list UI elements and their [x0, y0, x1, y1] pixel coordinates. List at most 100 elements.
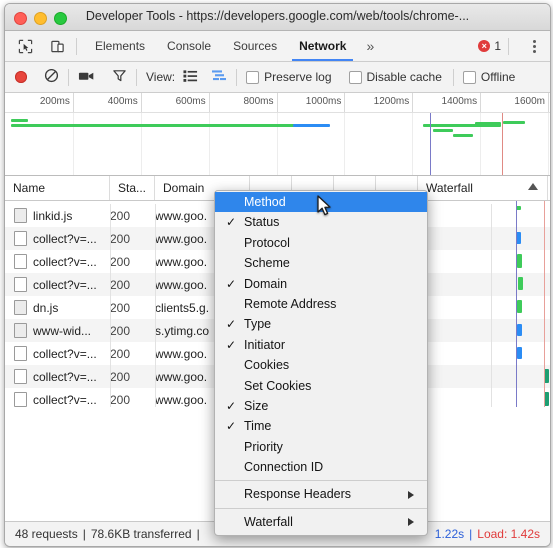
kebab-menu-icon[interactable]: [525, 39, 543, 53]
menu-item-label: Method: [244, 195, 286, 209]
menu-item-scheme[interactable]: Scheme: [215, 253, 427, 273]
tabbar-right-controls: × 1: [478, 37, 550, 55]
menu-item-protocol[interactable]: Protocol: [215, 233, 427, 253]
overview-request-bar: [453, 134, 473, 137]
menu-item-cookies[interactable]: Cookies: [215, 355, 427, 375]
cell-status: 200: [110, 323, 131, 338]
network-overview-graph[interactable]: [5, 113, 550, 176]
tab-overflow-chevron-icon[interactable]: »: [357, 31, 383, 61]
menu-item-time[interactable]: ✓ Time: [215, 416, 427, 436]
waterfall-bar: [517, 254, 522, 268]
cell-status: 200: [110, 392, 131, 407]
menu-item-label: Remote Address: [244, 296, 337, 311]
menu-item-domain[interactable]: ✓ Domain: [215, 274, 427, 294]
dom-content-loaded-line: [430, 113, 431, 175]
menu-item-set-cookies[interactable]: Set Cookies: [215, 376, 427, 396]
list-view-icon[interactable]: [183, 69, 198, 86]
menu-item-remote-address[interactable]: Remote Address: [215, 294, 427, 314]
tab-network[interactable]: Network: [288, 31, 357, 61]
cell-status: 200: [110, 231, 131, 246]
submenu-arrow-icon: [408, 518, 414, 527]
tab-console[interactable]: Console: [156, 31, 222, 61]
column-separator: [155, 204, 156, 227]
menu-item-waterfall[interactable]: Waterfall: [215, 512, 427, 532]
view-label: View:: [146, 70, 176, 84]
document-icon: [14, 208, 27, 223]
waterfall-bar: [517, 347, 522, 359]
timeline-ruler: 200ms 400ms 600ms 800ms 1000ms 1200ms 1400ms 16…: [5, 93, 550, 113]
offline-checkbox[interactable]: Offline: [462, 70, 515, 84]
document-icon: [14, 323, 27, 338]
menu-item-response-headers[interactable]: Response Headers: [215, 484, 427, 504]
cell-status: 200: [110, 346, 131, 361]
disable-cache-checkbox[interactable]: Disable cache: [348, 70, 442, 84]
column-separator: [155, 365, 156, 388]
column-separator: [491, 319, 492, 342]
error-count-badge[interactable]: × 1: [478, 39, 501, 53]
inspect-element-icon[interactable]: [13, 35, 37, 57]
cell-name: dn.js: [5, 300, 110, 315]
preserve-log-checkbox[interactable]: Preserve log: [246, 70, 332, 84]
menu-item-label: Status: [244, 215, 280, 230]
overview-gridline: [412, 113, 414, 175]
toolbar-divider-4: [452, 68, 454, 86]
mouse-pointer-icon: [317, 195, 331, 216]
menu-item-initiator[interactable]: ✓ Initiator: [215, 335, 427, 355]
filter-funnel-icon[interactable]: [112, 68, 127, 86]
menu-item-type[interactable]: ✓ Type: [215, 314, 427, 334]
column-separator: [491, 273, 492, 296]
waterfall-view-icon[interactable]: [211, 69, 227, 86]
cell-name: www-wid...: [5, 323, 110, 338]
column-separator: [110, 204, 111, 227]
file-icon: [14, 254, 27, 269]
check-icon: ✓: [226, 276, 237, 291]
record-button-icon[interactable]: [15, 71, 27, 83]
tab-elements[interactable]: Elements: [84, 31, 156, 61]
tab-label: Sources: [233, 39, 278, 53]
request-count-label: 48 requests: [15, 527, 78, 541]
checkbox-box: [246, 70, 260, 84]
column-header-sta[interactable]: Sta...: [110, 176, 155, 200]
finish-time-label: 1.22s: [434, 527, 465, 541]
status-separator: |: [82, 527, 86, 541]
toolbar-divider-3: [236, 68, 238, 86]
file-name-label: collect?v=...: [33, 277, 97, 292]
file-icon: [14, 392, 27, 407]
overview-gridline: [140, 113, 142, 175]
file-name-label: linkid.js: [33, 208, 73, 223]
capture-screenshots-icon[interactable]: [78, 69, 95, 86]
file-name-label: collect?v=...: [33, 254, 97, 269]
cell-name: collect?v=...: [5, 277, 110, 292]
toggle-device-toolbar-icon[interactable]: [45, 35, 69, 57]
column-separator: [110, 296, 111, 319]
check-icon: ✓: [226, 337, 237, 352]
overview-request-bar: [293, 124, 330, 127]
file-icon: [14, 277, 27, 292]
transferred-size-label: 78.6KB transferred: [90, 527, 192, 541]
column-header-name[interactable]: Name: [5, 176, 110, 200]
menu-item-label: Scheme: [244, 256, 290, 271]
column-separator: [155, 296, 156, 319]
overview-gridline: [72, 113, 74, 175]
devtools-window: Developer Tools - https://developers.goo…: [4, 3, 551, 547]
column-separator: [110, 319, 111, 342]
tab-sources[interactable]: Sources: [222, 31, 288, 61]
clear-icon[interactable]: [44, 68, 59, 86]
column-separator: [110, 388, 111, 407]
column-separator: [110, 250, 111, 273]
menu-item-priority[interactable]: Priority: [215, 437, 427, 457]
checkbox-box: [348, 70, 362, 84]
menu-item-connection-id[interactable]: Connection ID: [215, 457, 427, 477]
column-separator: [491, 388, 492, 407]
overview-gridline: [548, 113, 549, 175]
menu-item-label: Initiator: [244, 337, 285, 352]
menu-item-size[interactable]: ✓ Size: [215, 396, 427, 416]
check-icon: ✓: [226, 317, 237, 332]
network-toolbar: View: Preserve log Disable cache Offline: [5, 62, 550, 93]
column-separator: [155, 342, 156, 365]
file-name-label: collect?v=...: [33, 231, 97, 246]
load-event-line: [502, 113, 503, 175]
menu-item-label: Domain: [244, 276, 288, 291]
cell-status: 200: [110, 300, 131, 315]
column-visibility-context-menu[interactable]: Method ✓ Status Protocol Scheme ✓ Domain Remote…: [214, 190, 428, 537]
